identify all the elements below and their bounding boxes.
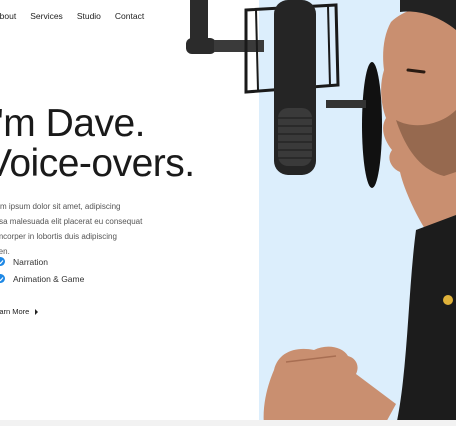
main-nav: About Services Studio Contact bbox=[0, 11, 158, 21]
pop-filter-icon bbox=[362, 62, 382, 188]
hero-headline: I'm Dave. Voice-overs. bbox=[0, 104, 195, 184]
nav-studio[interactable]: Studio bbox=[77, 11, 101, 21]
hero-description: Lorem ipsum dolor sit amet, adipiscing m… bbox=[0, 202, 143, 256]
checklist-item: Narration bbox=[0, 253, 84, 270]
nav-about[interactable]: About bbox=[0, 11, 16, 21]
bottom-divider bbox=[0, 420, 456, 426]
nav-services[interactable]: Services bbox=[30, 11, 63, 21]
hero-line-2: Voice-overs. bbox=[0, 142, 195, 185]
checklist-label: Narration bbox=[13, 256, 48, 267]
learn-more-link[interactable]: Learn More bbox=[0, 307, 39, 316]
nav-contact[interactable]: Contact bbox=[115, 11, 144, 21]
checklist-item: Animation & Game bbox=[0, 270, 84, 287]
hero-illustration bbox=[186, 0, 456, 426]
chevron-right-icon bbox=[35, 308, 39, 315]
learn-more-label: Learn More bbox=[0, 307, 30, 316]
checklist-label: Animation & Game bbox=[13, 273, 85, 284]
check-circle-icon bbox=[0, 257, 5, 266]
service-checklist: Narration Animation & Game bbox=[0, 253, 84, 287]
check-circle-icon bbox=[0, 274, 5, 283]
hero-line-1: I'm Dave. bbox=[0, 102, 145, 145]
